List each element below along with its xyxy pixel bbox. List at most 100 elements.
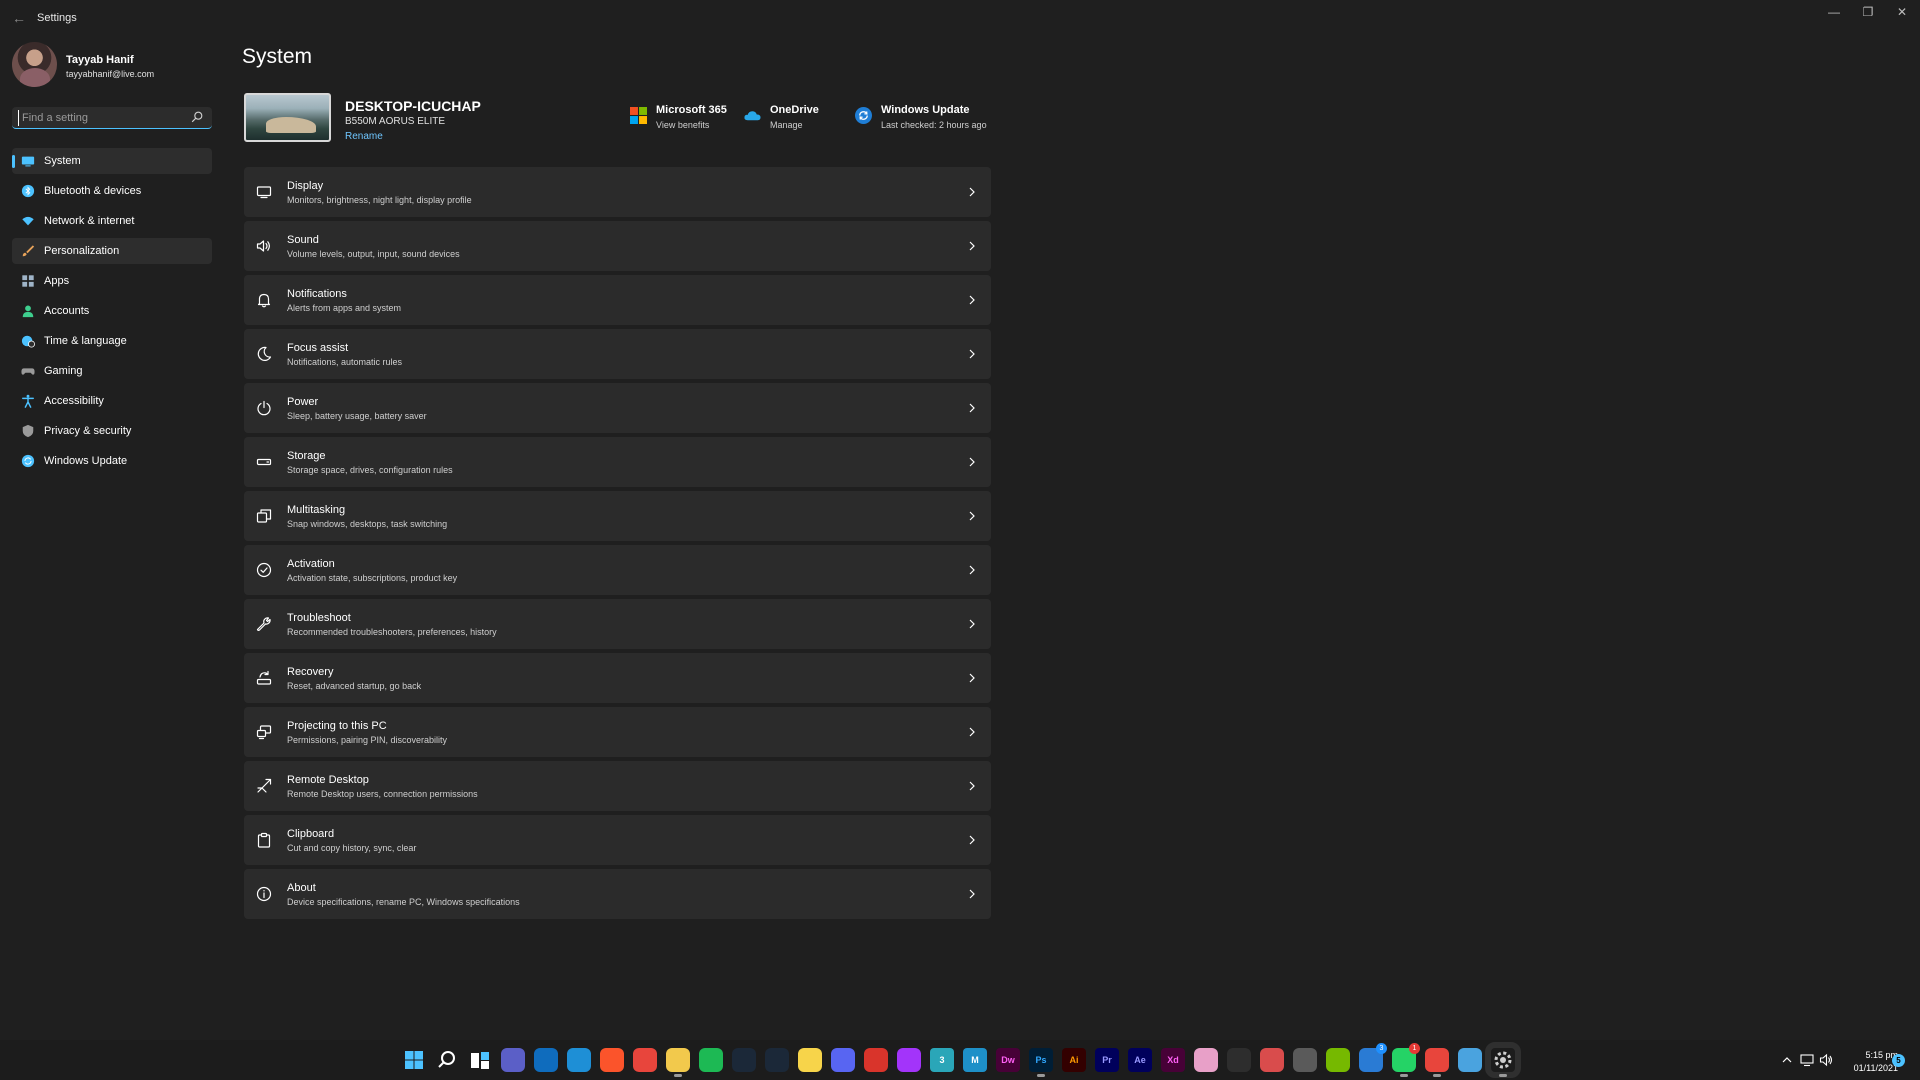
notification-center-badge[interactable]: 5 [1892, 1054, 1905, 1067]
search-icon[interactable] [435, 1048, 459, 1072]
settings-card-projecting-to-this-pc[interactable]: Projecting to this PC Permissions, pairin… [244, 707, 991, 757]
close-button[interactable]: ✕ [1885, 0, 1919, 24]
quick-link-windows-update[interactable]: Windows Update Last checked: 2 hours ago [855, 104, 995, 134]
sidebar-item-privacy-and-security[interactable]: Privacy & security [12, 418, 212, 444]
photoshop-icon[interactable]: Ps [1029, 1048, 1053, 1077]
search-icon[interactable] [190, 110, 204, 124]
volume-icon[interactable] [1819, 1053, 1833, 1067]
sidebar-item-network-and-internet[interactable]: Network & internet [12, 208, 212, 234]
davinci-glyph [1227, 1048, 1251, 1072]
premiere-icon[interactable]: Pr [1095, 1048, 1119, 1072]
edge-icon[interactable] [567, 1048, 591, 1072]
sidebar-item-personalization[interactable]: Personalization [12, 238, 212, 264]
settings-card-display[interactable]: Display Monitors, brightness, night light… [244, 167, 991, 217]
quick-link-onedrive[interactable]: OneDrive Manage [744, 104, 834, 134]
display-icon [256, 186, 272, 199]
spotify-glyph [699, 1048, 723, 1072]
xd-icon[interactable]: Xd [1161, 1048, 1185, 1072]
discord-icon[interactable] [831, 1048, 855, 1072]
user-profile[interactable]: Tayyab Hanif tayyabhanif@live.com [12, 42, 212, 90]
sidebar-item-accounts[interactable]: Accounts [12, 298, 212, 324]
chevron-right-icon [969, 403, 975, 413]
search-input[interactable] [18, 110, 188, 126]
sticky-notes-icon[interactable] [798, 1048, 822, 1072]
sidebar-item-label: Personalization [44, 245, 120, 257]
search-box[interactable] [12, 107, 212, 129]
steam-icon[interactable] [765, 1048, 789, 1072]
settings-card-about[interactable]: About Device specifications, rename PC, W… [244, 869, 991, 919]
illustrator-icon[interactable]: Ai [1062, 1048, 1086, 1072]
rename-link[interactable]: Rename [345, 131, 383, 142]
card-title: Storage [287, 450, 326, 462]
desktop-wallpaper-thumbnail[interactable] [244, 93, 331, 142]
notepad-icon[interactable] [1458, 1048, 1482, 1072]
start-icon[interactable] [402, 1048, 426, 1072]
sidebar-item-time-and-language[interactable]: Time & language [12, 328, 212, 354]
after-effects-icon[interactable]: Ae [1128, 1048, 1152, 1072]
settings-card-storage[interactable]: Storage Storage space, drives, configurat… [244, 437, 991, 487]
mail-icon[interactable] [534, 1048, 558, 1072]
teams-chat-icon[interactable] [501, 1048, 525, 1072]
steam-download-icon[interactable] [732, 1048, 756, 1072]
sidebar-item-windows-update[interactable]: Windows Update [12, 448, 212, 474]
settings-card-multitasking[interactable]: Multitasking Snap windows, desktops, task… [244, 491, 991, 541]
sidebar-item-bluetooth-and-devices[interactable]: Bluetooth & devices [12, 178, 212, 204]
sidebar-item-gaming[interactable]: Gaming [12, 358, 212, 384]
settings-card-remote-desktop[interactable]: Remote Desktop Remote Desktop users, conn… [244, 761, 991, 811]
system-icon [21, 156, 35, 167]
maximize-button[interactable]: ❐ [1851, 0, 1885, 24]
settings-card-troubleshoot[interactable]: Troubleshoot Recommended troubleshooters,… [244, 599, 991, 649]
back-button[interactable]: ← [10, 9, 28, 27]
settings-card-clipboard[interactable]: Clipboard Cut and copy history, sync, cle… [244, 815, 991, 865]
sidebar-item-label: Time & language [44, 335, 127, 347]
davinci-icon[interactable] [1227, 1048, 1251, 1072]
dreamweaver-icon[interactable]: Dw [996, 1048, 1020, 1072]
update-icon [21, 454, 35, 468]
dreamweaver-glyph: Dw [1001, 1055, 1015, 1065]
avatar[interactable] [12, 42, 57, 87]
clock-date[interactable]: 01/11/2021 [1838, 1063, 1898, 1073]
minimize-button[interactable]: — [1817, 0, 1851, 24]
phone-link-icon[interactable]: 3 [1359, 1043, 1387, 1072]
card-title: Power [287, 396, 319, 408]
device-model: B550M AORUS ELITE [345, 116, 446, 127]
running-indicator [1037, 1074, 1045, 1077]
running-indicator [674, 1074, 682, 1077]
sidebar-item-apps[interactable]: Apps [12, 268, 212, 294]
settings-icon[interactable] [1485, 1042, 1521, 1078]
sidebar-item-accessibility[interactable]: Accessibility [12, 388, 212, 414]
quick-link-microsoft-365[interactable]: Microsoft 365 View benefits [630, 104, 740, 134]
card-subtitle: Remote Desktop users, connection permiss… [287, 789, 478, 799]
chrome-icon[interactable] [633, 1048, 657, 1072]
recovery-icon [256, 670, 272, 685]
person-icon [22, 305, 34, 318]
settings-card-activation[interactable]: Activation Activation state, subscription… [244, 545, 991, 595]
settings-card-recovery[interactable]: Recovery Reset, advanced startup, go back [244, 653, 991, 703]
chrome-profile-icon[interactable] [1425, 1048, 1449, 1077]
device-name: DESKTOP-ICUCHAP [345, 98, 481, 114]
pdf-icon[interactable] [864, 1048, 888, 1072]
nvidia-icon[interactable] [1326, 1048, 1350, 1072]
spotify-icon[interactable] [699, 1048, 723, 1072]
settings-card-power[interactable]: Power Sleep, battery usage, battery saver [244, 383, 991, 433]
calculator-icon[interactable] [1293, 1048, 1317, 1072]
photos-icon[interactable] [1194, 1048, 1218, 1072]
clock-time[interactable]: 5:15 pm [1850, 1050, 1898, 1060]
task-view-icon[interactable] [468, 1048, 492, 1072]
settings-card-focus-assist[interactable]: Focus assist Notifications, automatic rul… [244, 329, 991, 379]
show-hidden-icons-chevron-up-icon[interactable] [1781, 1054, 1793, 1066]
settings-card-sound[interactable]: Sound Volume levels, output, input, sound… [244, 221, 991, 271]
file-explorer-icon[interactable] [666, 1048, 690, 1077]
multitasking-icon [256, 509, 272, 523]
messenger-icon[interactable] [897, 1048, 921, 1072]
settings-card-notifications[interactable]: Notifications Alerts from apps and system [244, 275, 991, 325]
app-m-icon[interactable]: M [963, 1048, 987, 1072]
network-status-icon[interactable] [1800, 1053, 1814, 1067]
controller-icon [21, 368, 35, 375]
sidebar-item-system[interactable]: System [12, 148, 212, 174]
card-title: Troubleshoot [287, 612, 351, 624]
snipping-icon[interactable] [1260, 1048, 1284, 1072]
brave-icon[interactable] [600, 1048, 624, 1072]
app-3-icon[interactable]: 3 [930, 1048, 954, 1072]
whatsapp-icon[interactable]: 1 [1392, 1043, 1420, 1077]
